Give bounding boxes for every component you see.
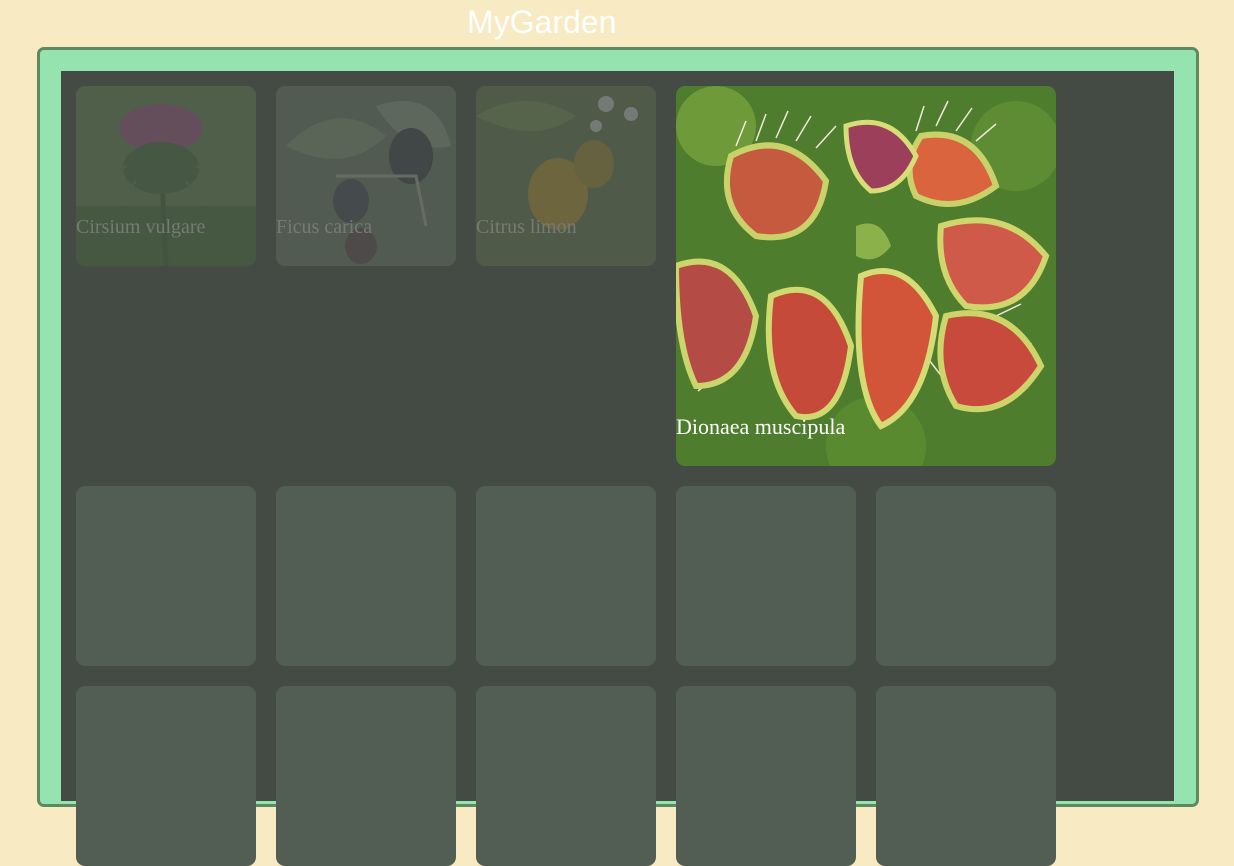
empty-plant-slot[interactable]	[476, 686, 656, 866]
plant-name: Dionaea muscipula	[676, 414, 846, 439]
plant-tile-ficus-carica[interactable]: Ficus carica	[276, 86, 456, 266]
empty-plant-slot[interactable]	[476, 486, 656, 666]
plant-tile-citrus-limon[interactable]: Citrus limon	[476, 86, 656, 266]
app-title: MyGarden	[467, 4, 617, 40]
empty-plant-slot[interactable]	[876, 686, 1056, 866]
garden-board: Cirsium vulgare Ficus carica Citrus limo…	[61, 71, 1174, 866]
empty-plant-slot[interactable]	[76, 486, 256, 666]
fig-image	[276, 86, 456, 266]
venus-flytrap-image	[676, 86, 1056, 466]
empty-plant-slot[interactable]	[276, 686, 456, 866]
empty-plant-slot[interactable]	[876, 486, 1056, 666]
empty-plant-slot[interactable]	[276, 486, 456, 666]
empty-plant-slot[interactable]	[76, 686, 256, 866]
plant-name: Cirsium vulgare	[76, 216, 206, 238]
thistle-image	[76, 86, 256, 266]
empty-plant-slot[interactable]	[676, 686, 856, 866]
plant-tile-cirsium-vulgare[interactable]: Cirsium vulgare	[76, 86, 256, 266]
lemon-image	[476, 86, 656, 266]
empty-plant-slot[interactable]	[676, 486, 856, 666]
plant-name: Citrus limon	[476, 216, 577, 238]
plant-name: Ficus carica	[276, 216, 373, 238]
plant-tile-dionaea-muscipula[interactable]: Dionaea muscipula	[676, 86, 1056, 466]
